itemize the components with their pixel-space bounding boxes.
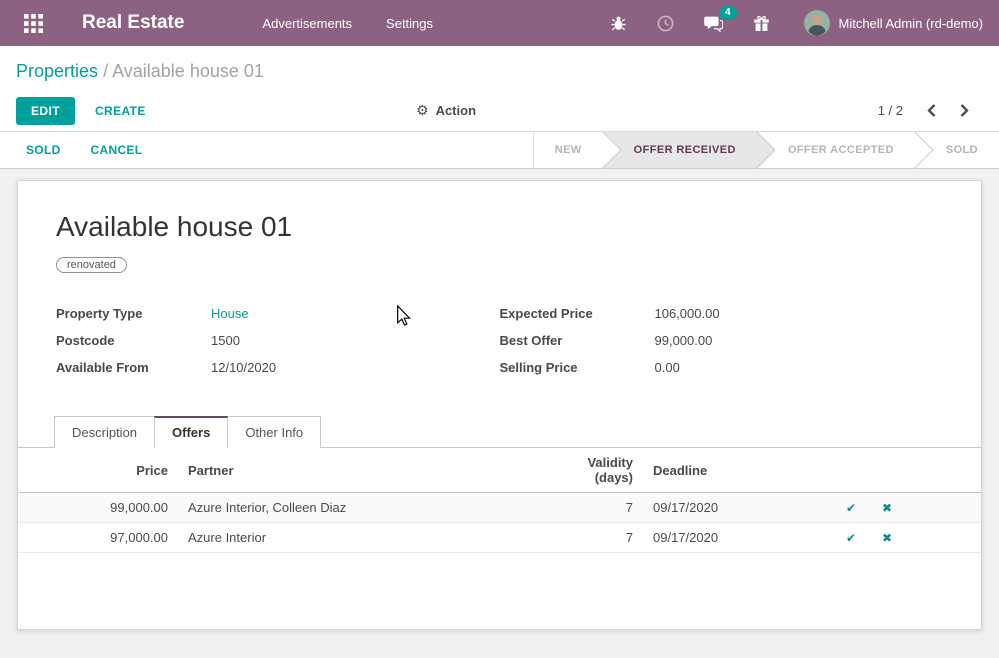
pager: 1 / 2 bbox=[878, 103, 983, 118]
breadcrumb-separator: / bbox=[103, 61, 108, 81]
tag-renovated: renovated bbox=[56, 257, 127, 273]
tab-offers[interactable]: Offers bbox=[154, 416, 228, 448]
breadcrumb: Properties / Available house 01 bbox=[0, 46, 999, 90]
field-label-selling-price: Selling Price bbox=[500, 360, 655, 375]
field-label-property-type: Property Type bbox=[56, 306, 211, 321]
action-menu-button[interactable]: ⚙ Action bbox=[416, 103, 476, 119]
control-panel-buttons-row: EDIT CREATE ⚙ Action 1 / 2 bbox=[0, 90, 999, 132]
gear-icon: ⚙ bbox=[416, 103, 429, 119]
pager-previous-button[interactable] bbox=[927, 104, 936, 117]
offer-2-price: 97,000.00 bbox=[18, 523, 178, 553]
field-value-best-offer: 99,000.00 bbox=[655, 333, 713, 348]
form-sheet-background: Available house 01 renovated Property Ty… bbox=[0, 169, 999, 641]
pager-value: 1 / 2 bbox=[878, 103, 903, 118]
field-label-available-from: Available From bbox=[56, 360, 211, 375]
field-value-property-type[interactable]: House bbox=[211, 306, 249, 321]
avatar bbox=[804, 10, 830, 36]
notebook-tabs: Description Offers Other Info bbox=[18, 416, 981, 448]
offer-row-2[interactable]: 97,000.00 Azure Interior 7 09/17/2020 ✔ … bbox=[18, 523, 981, 553]
offer-2-deadline: 09/17/2020 bbox=[643, 523, 833, 553]
grid-3x3-icon bbox=[24, 14, 43, 33]
clock-icon bbox=[657, 15, 674, 32]
menu-settings[interactable]: Settings bbox=[386, 16, 433, 31]
field-value-postcode: 1500 bbox=[211, 333, 240, 348]
offer-2-validity: 7 bbox=[538, 523, 643, 553]
main-menu: Advertisements Settings bbox=[262, 16, 433, 31]
tab-other-info[interactable]: Other Info bbox=[227, 416, 321, 448]
breadcrumb-properties-link[interactable]: Properties bbox=[16, 61, 98, 81]
field-label-expected-price: Expected Price bbox=[500, 306, 655, 321]
debug-menu-button[interactable] bbox=[610, 15, 627, 32]
user-name: Mitchell Admin (rd-demo) bbox=[839, 16, 984, 31]
offer-row-1[interactable]: 99,000.00 Azure Interior, Colleen Diaz 7… bbox=[18, 493, 981, 523]
state-step-offer-received[interactable]: OFFER RECEIVED bbox=[603, 132, 757, 168]
breadcrumb-current: Available house 01 bbox=[112, 61, 264, 81]
menu-advertisements[interactable]: Advertisements bbox=[262, 16, 352, 31]
messages-button[interactable]: 4 bbox=[704, 15, 723, 32]
app-name[interactable]: Real Estate bbox=[82, 12, 184, 34]
statusbar-buttons: SOLD CANCEL bbox=[0, 132, 157, 168]
field-label-postcode: Postcode bbox=[56, 333, 211, 348]
activities-button[interactable] bbox=[657, 15, 674, 32]
sold-button[interactable]: SOLD bbox=[11, 143, 76, 157]
field-groups: Property Type House Postcode 1500 Availa… bbox=[56, 306, 943, 387]
offer-1-deadline: 09/17/2020 bbox=[643, 493, 833, 523]
action-menu-label: Action bbox=[436, 103, 476, 118]
navbar-systray: 4 Mitchell Admin (rd-demo) bbox=[580, 10, 984, 36]
message-count-badge: 4 bbox=[719, 6, 737, 20]
offer-1-validity: 7 bbox=[538, 493, 643, 523]
refuse-offer-button cross-icon[interactable]: ✖ bbox=[882, 501, 892, 515]
field-value-expected-price: 106,000.00 bbox=[655, 306, 720, 321]
offers-header-row: Price Partner Validity (days) Deadline bbox=[18, 448, 981, 493]
apps-menu-button[interactable] bbox=[16, 6, 50, 40]
column-header-price[interactable]: Price bbox=[18, 448, 178, 493]
offer-1-price: 99,000.00 bbox=[18, 493, 178, 523]
state-step-new[interactable]: NEW bbox=[534, 132, 603, 168]
column-header-validity[interactable]: Validity (days) bbox=[538, 448, 643, 493]
bug-icon bbox=[610, 15, 627, 32]
accept-offer-button check-icon[interactable]: ✔ bbox=[846, 531, 856, 545]
user-menu[interactable]: Mitchell Admin (rd-demo) bbox=[804, 10, 984, 36]
offer-2-partner: Azure Interior bbox=[178, 523, 538, 553]
state-step-offer-accepted[interactable]: OFFER ACCEPTED bbox=[757, 132, 915, 168]
offer-1-partner: Azure Interior, Colleen Diaz bbox=[178, 493, 538, 523]
top-navbar: Real Estate Advertisements Settings bbox=[0, 0, 999, 46]
field-value-available-from: 12/10/2020 bbox=[211, 360, 276, 375]
pager-next-button[interactable] bbox=[960, 104, 969, 117]
edit-button[interactable]: EDIT bbox=[16, 97, 75, 125]
chevron-right-icon bbox=[960, 104, 969, 117]
column-header-deadline[interactable]: Deadline bbox=[643, 448, 833, 493]
create-button[interactable]: CREATE bbox=[95, 104, 146, 118]
state-steps: NEW OFFER RECEIVED OFFER ACCEPTED SOLD bbox=[533, 132, 999, 168]
offers-table: Price Partner Validity (days) Deadline 9… bbox=[18, 448, 981, 553]
cancel-button[interactable]: CANCEL bbox=[76, 143, 158, 157]
control-panel: Properties / Available house 01 EDIT CRE… bbox=[0, 46, 999, 132]
field-group-right: Expected Price 106,000.00 Best Offer 99,… bbox=[500, 306, 944, 387]
tab-description[interactable]: Description bbox=[54, 416, 155, 448]
form-card: Available house 01 renovated Property Ty… bbox=[17, 180, 982, 630]
accept-offer-button check-icon[interactable]: ✔ bbox=[846, 501, 856, 515]
field-group-left: Property Type House Postcode 1500 Availa… bbox=[56, 306, 500, 387]
chevron-left-icon bbox=[927, 104, 936, 117]
gift-icon bbox=[753, 15, 770, 32]
page-title: Available house 01 bbox=[56, 211, 943, 243]
column-header-partner[interactable]: Partner bbox=[178, 448, 538, 493]
gift-button[interactable] bbox=[753, 15, 770, 32]
field-label-best-offer: Best Offer bbox=[500, 333, 655, 348]
refuse-offer-button cross-icon[interactable]: ✖ bbox=[882, 531, 892, 545]
field-value-selling-price: 0.00 bbox=[655, 360, 680, 375]
form-statusbar: SOLD CANCEL NEW OFFER RECEIVED OFFER ACC… bbox=[0, 132, 999, 169]
